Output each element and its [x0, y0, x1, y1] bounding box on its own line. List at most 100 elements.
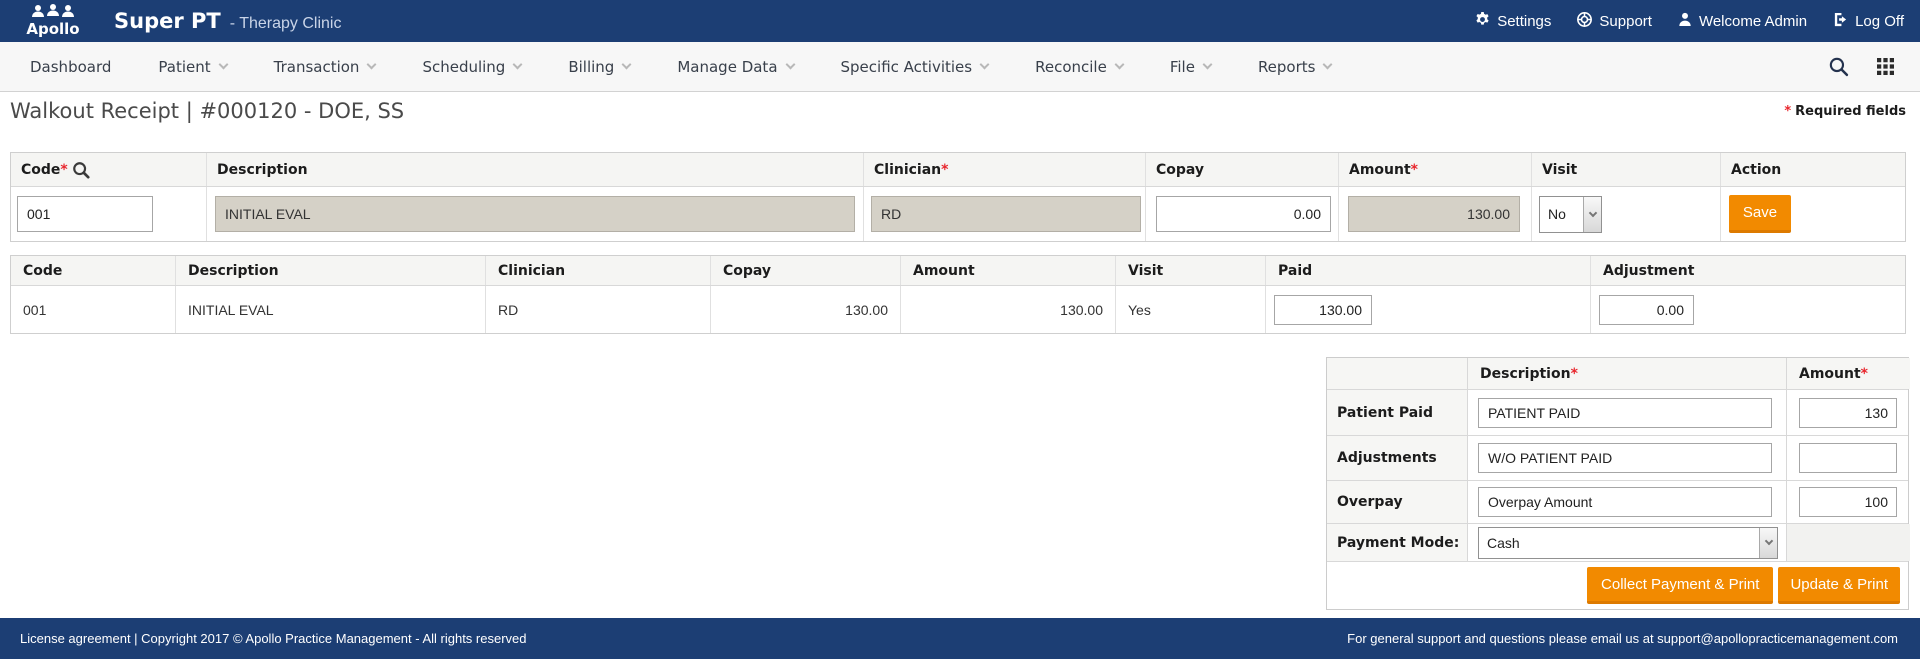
- payment-mode-select[interactable]: Cash: [1478, 527, 1778, 559]
- settings-menu-item[interactable]: Settings: [1475, 12, 1551, 31]
- adjustment-input[interactable]: [1599, 295, 1694, 325]
- charges-col-description: Description: [176, 256, 486, 285]
- main-nav-bar: Dashboard Patient Transaction Scheduling…: [0, 42, 1920, 92]
- payment-panel-header-row: Description* Amount*: [1327, 358, 1908, 390]
- chevron-down-icon: [1114, 60, 1124, 70]
- app-name: Super PT: [114, 9, 221, 33]
- entry-col-amount: Amount*: [1339, 153, 1532, 186]
- chevron-down-icon: [513, 60, 523, 70]
- nav-item-file[interactable]: File: [1170, 58, 1211, 76]
- adjustments-description-input[interactable]: [1478, 443, 1772, 473]
- settings-label: Settings: [1497, 13, 1551, 30]
- nav-item-patient[interactable]: Patient: [158, 58, 226, 76]
- payment-mode-value: Cash: [1479, 528, 1759, 558]
- apollo-people-icon: Apollo: [18, 3, 88, 39]
- nav-item-reports[interactable]: Reports: [1258, 58, 1332, 76]
- charges-col-paid: Paid: [1266, 256, 1591, 285]
- log-off-label: Log Off: [1855, 13, 1904, 30]
- apollo-logo-text: Apollo: [26, 20, 79, 38]
- adjustments-row: Adjustments: [1327, 436, 1908, 481]
- paid-input[interactable]: [1274, 295, 1372, 325]
- nav-item-specific-activities[interactable]: Specific Activities: [841, 58, 989, 76]
- visit-select-value: No: [1540, 197, 1583, 232]
- entry-table-header-row: Code* Description Clinician* Copay Amoun…: [11, 153, 1905, 187]
- charges-table-header-row: Code Description Clinician Copay Amount …: [11, 256, 1905, 286]
- overpay-amount-input[interactable]: [1799, 487, 1897, 517]
- charge-amount-value: 130.00: [901, 286, 1116, 333]
- nav-item-billing[interactable]: Billing: [568, 58, 630, 76]
- patient-paid-label: Patient Paid: [1327, 390, 1468, 435]
- charge-visit-value: Yes: [1116, 286, 1266, 333]
- required-fields-note: *Required fields: [1784, 104, 1906, 119]
- charge-copay-value: 130.00: [711, 286, 901, 333]
- nav-item-dashboard[interactable]: Dashboard: [30, 58, 111, 76]
- welcome-admin-menu-item[interactable]: Welcome Admin: [1678, 12, 1807, 30]
- overpay-row: Overpay: [1327, 481, 1908, 524]
- app-subtitle: - Therapy Clinic: [230, 15, 342, 33]
- adjustments-amount-input[interactable]: [1799, 443, 1897, 473]
- visit-select[interactable]: No: [1539, 196, 1602, 233]
- nav-item-transaction[interactable]: Transaction: [274, 58, 376, 76]
- code-search-icon[interactable]: [72, 161, 90, 179]
- payment-col-amount: Amount*: [1787, 358, 1910, 389]
- chevron-down-icon: [1323, 60, 1333, 70]
- nav-item-scheduling[interactable]: Scheduling: [422, 58, 521, 76]
- page-title: Walkout Receipt | #000120 - DOE, SS: [10, 99, 404, 123]
- chevron-down-icon: [218, 60, 228, 70]
- charges-col-clinician: Clinician: [486, 256, 711, 285]
- payment-mode-row: Payment Mode: Cash: [1327, 524, 1908, 562]
- entry-table-row: No Save: [11, 187, 1905, 241]
- walkout-entry-table: Code* Description Clinician* Copay Amoun…: [10, 152, 1906, 242]
- description-field: [215, 196, 855, 232]
- chevron-down-icon: [367, 60, 377, 70]
- chevron-down-icon: [1202, 60, 1212, 70]
- copay-input[interactable]: [1156, 196, 1331, 232]
- log-off-icon: [1833, 12, 1848, 31]
- log-off-menu-item[interactable]: Log Off: [1833, 12, 1904, 31]
- charges-table: Code Description Clinician Copay Amount …: [10, 255, 1906, 334]
- chevron-down-icon: [1583, 197, 1601, 232]
- entry-col-code: Code*: [11, 153, 207, 186]
- apps-grid-icon[interactable]: [1877, 58, 1894, 75]
- overpay-label: Overpay: [1327, 481, 1468, 523]
- gear-icon: [1475, 12, 1490, 31]
- required-asterisk: *: [1784, 104, 1791, 119]
- payment-col-description: Description*: [1468, 358, 1787, 389]
- support-menu-item[interactable]: Support: [1577, 12, 1652, 31]
- search-icon[interactable]: [1828, 56, 1849, 77]
- user-icon: [1678, 12, 1692, 30]
- charges-col-visit: Visit: [1116, 256, 1266, 285]
- charges-col-code: Code: [11, 256, 176, 285]
- code-input[interactable]: [17, 196, 153, 232]
- charge-description-value: INITIAL EVAL: [176, 286, 486, 333]
- update-print-button[interactable]: Update & Print: [1778, 567, 1900, 604]
- overpay-description-input[interactable]: [1478, 487, 1772, 517]
- chevron-down-icon: [1759, 528, 1777, 558]
- entry-col-description: Description: [207, 153, 864, 186]
- footer-support-text: For general support and questions please…: [1347, 631, 1898, 646]
- collect-payment-print-button[interactable]: Collect Payment & Print: [1587, 567, 1773, 604]
- payment-panel-buttons-row: Collect Payment & Print Update & Print: [1327, 562, 1908, 609]
- payment-mode-label: Payment Mode:: [1327, 524, 1468, 561]
- entry-col-clinician: Clinician*: [864, 153, 1146, 186]
- support-label: Support: [1599, 13, 1652, 30]
- charges-table-row: 001 INITIAL EVAL RD 130.00 130.00 Yes: [11, 286, 1905, 333]
- chevron-down-icon: [980, 60, 990, 70]
- charge-code-value: 001: [11, 286, 176, 333]
- life-buoy-icon: [1577, 12, 1592, 31]
- chevron-down-icon: [622, 60, 632, 70]
- patient-paid-row: Patient Paid: [1327, 390, 1908, 436]
- save-button[interactable]: Save: [1729, 195, 1791, 233]
- entry-col-action: Action: [1721, 153, 1907, 186]
- top-header-bar: Apollo Super PT - Therapy Clinic Setting…: [0, 0, 1920, 42]
- nav-item-reconcile[interactable]: Reconcile: [1035, 58, 1123, 76]
- apollo-logo[interactable]: Apollo: [18, 3, 88, 39]
- chevron-down-icon: [785, 60, 795, 70]
- nav-item-manage-data[interactable]: Manage Data: [677, 58, 793, 76]
- patient-paid-description-input[interactable]: [1478, 398, 1772, 428]
- charges-col-copay: Copay: [711, 256, 901, 285]
- welcome-admin-label: Welcome Admin: [1699, 13, 1807, 30]
- charge-clinician-value: RD: [486, 286, 711, 333]
- patient-paid-amount-input[interactable]: [1799, 398, 1897, 428]
- entry-col-visit: Visit: [1532, 153, 1721, 186]
